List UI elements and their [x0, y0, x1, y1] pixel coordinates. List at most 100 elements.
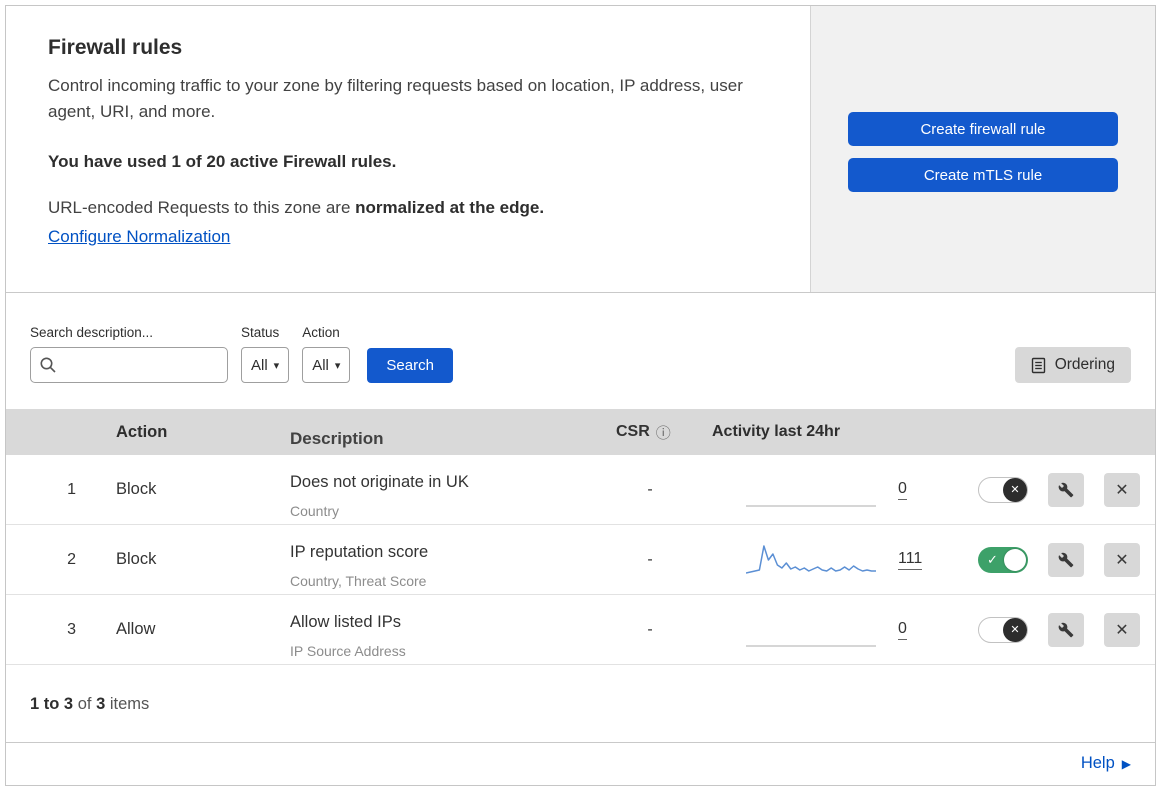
activity-sparkline [746, 644, 876, 647]
rule-enabled-toggle[interactable]: ✓ ✕ [978, 476, 1028, 503]
pagination-of: of [77, 695, 92, 713]
help-label: Help [1080, 754, 1115, 772]
edit-rule-button[interactable] [1048, 542, 1084, 577]
status-field: Status All ▾ [241, 325, 290, 383]
create-mtls-rule-button[interactable]: Create mTLS rule [848, 158, 1118, 192]
rule-description-cell: IP reputation score Country, Threat Scor… [270, 539, 600, 594]
firewall-rules-page: Firewall rules Control incoming traffic … [5, 5, 1156, 786]
pagination-summary: 1 to 3 of 3 items [6, 665, 1155, 742]
activity-count-link[interactable]: 0 [898, 480, 907, 500]
status-dropdown[interactable]: All ▾ [241, 347, 290, 383]
header-csr: CSR ⓘ [600, 422, 700, 443]
pagination-items: items [109, 695, 150, 713]
help-arrow-icon: ▶ [1121, 756, 1131, 771]
delete-rule-button[interactable]: ✕ [1104, 612, 1140, 647]
ordering-icon [1031, 357, 1046, 374]
toggle-knob: ✕ [1003, 617, 1027, 642]
rule-controls: ✓ ✕ ✕ [965, 612, 1155, 647]
chevron-down-icon: ▾ [273, 359, 280, 372]
pagination-total: 3 [96, 695, 106, 713]
rule-priority: 1 [67, 480, 76, 498]
rule-description-cell: Does not originate in UK Country [270, 469, 600, 524]
rule-criteria: Country, Threat Score [290, 572, 427, 589]
rule-controls: ✓ ✕ ✕ [965, 542, 1155, 577]
header-description: Description [290, 428, 384, 448]
usage-note: You have used 1 of 20 active Firewall ru… [48, 152, 397, 171]
toggle-knob: ✕ [1004, 548, 1026, 571]
pagination-range: 1 to 3 [30, 695, 74, 713]
rule-description: IP reputation score [290, 542, 429, 561]
wrench-icon [1058, 622, 1074, 637]
filter-bar: Search description... Status All ▾ Actio… [6, 293, 1155, 409]
rule-action: Block [116, 550, 157, 568]
header-action: Action [116, 422, 168, 441]
chevron-down-icon: ▾ [334, 359, 341, 372]
help-link[interactable]: Help ▶ [1081, 754, 1131, 773]
header-content: Firewall rules Control incoming traffic … [6, 6, 811, 292]
search-icon [39, 356, 57, 374]
wrench-icon [1058, 552, 1074, 567]
check-icon: ✓ [987, 551, 998, 567]
actions-panel: Create firewall rule Create mTLS rule [811, 6, 1155, 292]
rule-priority: 2 [67, 550, 76, 568]
search-field: Search description... [30, 325, 228, 383]
activity-sparkline [746, 504, 876, 507]
rule-csr-value: - [647, 480, 653, 498]
normalization-bold: normalized at the edge. [355, 198, 545, 217]
search-button[interactable]: Search [367, 348, 453, 383]
table-row: 2 Block IP reputation score Country, Thr… [6, 525, 1155, 595]
rule-description: Does not originate in UK [290, 472, 469, 491]
rule-criteria: Country [290, 502, 340, 519]
status-label: Status [241, 325, 280, 340]
table-row: 1 Block Does not originate in UK Country… [6, 455, 1155, 525]
rule-csr-value: - [647, 620, 653, 638]
activity-sparkline [746, 544, 876, 574]
activity-count-link[interactable]: 0 [898, 620, 907, 640]
rule-activity-cell: 0 [700, 470, 965, 510]
action-dropdown[interactable]: All ▾ [302, 347, 351, 383]
page-header: Firewall rules Control incoming traffic … [6, 6, 1155, 293]
normalization-note: URL-encoded Requests to this zone are no… [48, 198, 780, 218]
search-label: Search description... [30, 325, 154, 340]
rule-description-cell: Allow listed IPs IP Source Address [270, 609, 600, 664]
header-activity: Activity last 24hr [712, 423, 841, 440]
rule-csr-value: - [647, 550, 653, 568]
normalization-prefix: URL-encoded Requests to this zone are [48, 198, 356, 217]
rule-activity-cell: 0 [700, 610, 965, 650]
close-icon: ✕ [1115, 621, 1129, 639]
table-body: 1 Block Does not originate in UK Country… [6, 455, 1155, 665]
delete-rule-button[interactable]: ✕ [1104, 472, 1140, 507]
x-icon: ✕ [1010, 624, 1020, 636]
help-bar: Help ▶ [6, 742, 1155, 785]
configure-normalization-link[interactable]: Configure Normalization [48, 227, 230, 247]
activity-count-link[interactable]: 111 [898, 550, 923, 570]
delete-rule-button[interactable]: ✕ [1104, 542, 1140, 577]
rule-enabled-toggle[interactable]: ✓ ✕ [978, 546, 1028, 573]
header-csr-label: CSR [616, 423, 650, 440]
action-field: Action All ▾ [302, 325, 351, 383]
info-icon[interactable]: ⓘ [656, 422, 671, 443]
page-description: Control incoming traffic to your zone by… [48, 76, 743, 121]
wrench-icon [1058, 482, 1074, 497]
rule-action: Allow [116, 620, 156, 638]
x-icon: ✕ [1010, 484, 1020, 496]
toggle-knob: ✕ [1003, 477, 1027, 502]
create-firewall-rule-button[interactable]: Create firewall rule [848, 112, 1118, 146]
table-row: 3 Allow Allow listed IPs IP Source Addre… [6, 595, 1155, 665]
table-header-row: Action Description CSR ⓘ Activity last 2… [6, 409, 1155, 455]
edit-rule-button[interactable] [1048, 612, 1084, 647]
rule-action: Block [116, 480, 157, 498]
close-icon: ✕ [1115, 481, 1129, 499]
rule-priority: 3 [67, 620, 76, 638]
rule-controls: ✓ ✕ ✕ [965, 472, 1155, 507]
rule-description: Allow listed IPs [290, 612, 401, 631]
rule-enabled-toggle[interactable]: ✓ ✕ [978, 616, 1028, 643]
action-dropdown-value: All [312, 356, 329, 374]
ordering-button[interactable]: Ordering [1014, 347, 1131, 383]
edit-rule-button[interactable] [1048, 472, 1084, 507]
status-dropdown-value: All [251, 356, 268, 374]
action-label: Action [302, 325, 340, 340]
ordering-label: Ordering [1054, 356, 1115, 373]
search-input[interactable] [30, 347, 228, 383]
close-icon: ✕ [1115, 551, 1129, 569]
